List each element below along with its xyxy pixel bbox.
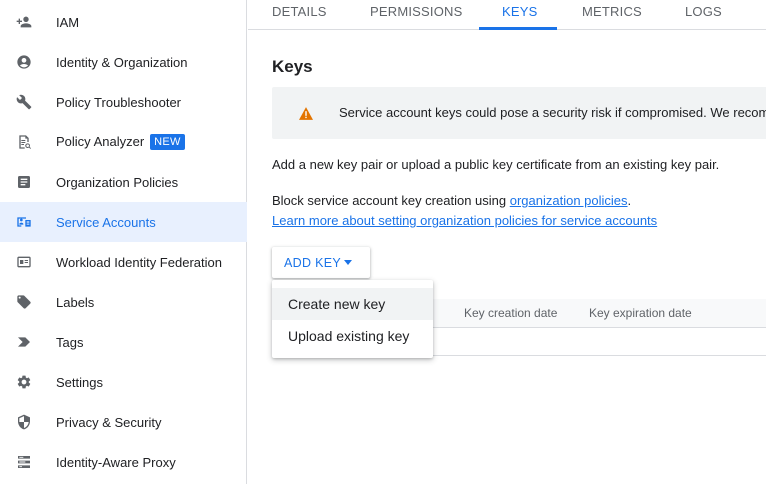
add-key-button[interactable]: ADD KEY bbox=[272, 247, 370, 278]
sidebar-item-policy-analyzer[interactable]: Policy Analyzer NEW bbox=[0, 122, 247, 162]
tag-chevron-icon bbox=[16, 334, 32, 350]
block-key-text: Block service account key creation using… bbox=[272, 193, 631, 208]
add-key-menu: Create new key Upload existing key bbox=[272, 280, 433, 358]
menu-item-label: Upload existing key bbox=[288, 328, 410, 344]
block-suffix: . bbox=[627, 193, 632, 208]
sidebar-item-label: Privacy & Security bbox=[56, 414, 162, 430]
sidebar-item-label: IAM bbox=[56, 14, 80, 30]
sidebar-item-label: Tags bbox=[56, 334, 84, 350]
tab-metrics[interactable]: METRICS bbox=[582, 4, 642, 30]
shield-icon bbox=[16, 414, 32, 430]
sidebar-item-label: Settings bbox=[56, 374, 103, 390]
sidebar-item-label: Policy Analyzer NEW bbox=[56, 134, 185, 150]
sidebar-item-labels[interactable]: Labels bbox=[0, 282, 247, 322]
article-icon bbox=[16, 174, 32, 190]
tab-logs[interactable]: LOGS bbox=[685, 4, 722, 30]
menu-item-create-new-key[interactable]: Create new key bbox=[272, 288, 433, 320]
sidebar-item-label: Policy Troubleshooter bbox=[56, 94, 182, 110]
tab-bar: DETAILS PERMISSIONS KEYS METRICS LOGS bbox=[248, 0, 766, 30]
sidebar-item-label: Service Accounts bbox=[56, 214, 156, 230]
sidebar-item-policy-troubleshooter[interactable]: Policy Troubleshooter bbox=[0, 82, 247, 122]
warning-icon bbox=[299, 107, 313, 120]
proxy-icon bbox=[16, 454, 32, 470]
sidebar-item-privacy-security[interactable]: Privacy & Security bbox=[0, 402, 247, 442]
menu-item-label: Create new key bbox=[288, 296, 386, 312]
sidebar-item-organization-policies[interactable]: Organization Policies bbox=[0, 162, 247, 202]
add-key-label: ADD KEY bbox=[284, 256, 341, 270]
warning-text: Service account keys could pose a securi… bbox=[339, 105, 766, 120]
column-header-key-creation-date[interactable]: Key creation date bbox=[464, 306, 557, 320]
sidebar-item-label: Identity & Organization bbox=[56, 54, 188, 70]
learn-more-text: Learn more about setting organization po… bbox=[272, 213, 657, 228]
sidebar: IAM Identity & Organization Policy Troub… bbox=[0, 0, 247, 484]
sidebar-item-label: Labels bbox=[56, 294, 95, 310]
sidebar-item-workload-identity-federation[interactable]: Workload Identity Federation bbox=[0, 242, 247, 282]
sidebar-item-identity-organization[interactable]: Identity & Organization bbox=[0, 42, 247, 82]
label-icon bbox=[16, 294, 32, 310]
sidebar-item-label: Workload Identity Federation bbox=[56, 254, 222, 270]
tab-permissions[interactable]: PERMISSIONS bbox=[370, 4, 463, 30]
page-title: Keys bbox=[272, 57, 313, 76]
tab-details[interactable]: DETAILS bbox=[272, 4, 327, 30]
id-card-icon bbox=[16, 254, 32, 270]
gear-icon bbox=[16, 374, 32, 390]
sidebar-item-settings[interactable]: Settings bbox=[0, 362, 247, 402]
sidebar-item-text: Policy Analyzer bbox=[56, 134, 145, 149]
column-header-key-expiration-date[interactable]: Key expiration date bbox=[589, 306, 692, 320]
block-prefix: Block service account key creation using bbox=[272, 193, 510, 208]
active-tab-indicator bbox=[479, 27, 557, 30]
sidebar-item-service-accounts[interactable]: Service Accounts bbox=[0, 202, 247, 242]
person-add-icon bbox=[16, 14, 32, 30]
wrench-icon bbox=[16, 94, 32, 110]
sidebar-item-label: Organization Policies bbox=[56, 174, 179, 190]
sidebar-item-label: Identity-Aware Proxy bbox=[56, 454, 176, 470]
new-badge: NEW bbox=[150, 134, 185, 150]
account-circle-icon bbox=[16, 54, 32, 70]
intro-text: Add a new key pair or upload a public ke… bbox=[272, 157, 720, 172]
learn-more-link[interactable]: Learn more about setting organization po… bbox=[272, 213, 657, 228]
menu-item-upload-existing-key[interactable]: Upload existing key bbox=[272, 320, 433, 352]
policy-analyzer-icon bbox=[16, 134, 32, 150]
organization-policies-link[interactable]: organization policies bbox=[510, 193, 628, 208]
sidebar-item-identity-aware-proxy[interactable]: Identity-Aware Proxy bbox=[0, 442, 247, 482]
sidebar-item-tags[interactable]: Tags bbox=[0, 322, 247, 362]
service-account-icon bbox=[16, 214, 32, 230]
warning-banner: Service account keys could pose a securi… bbox=[272, 87, 766, 139]
sidebar-item-iam[interactable]: IAM bbox=[0, 2, 247, 42]
caret-down-icon bbox=[344, 260, 352, 265]
